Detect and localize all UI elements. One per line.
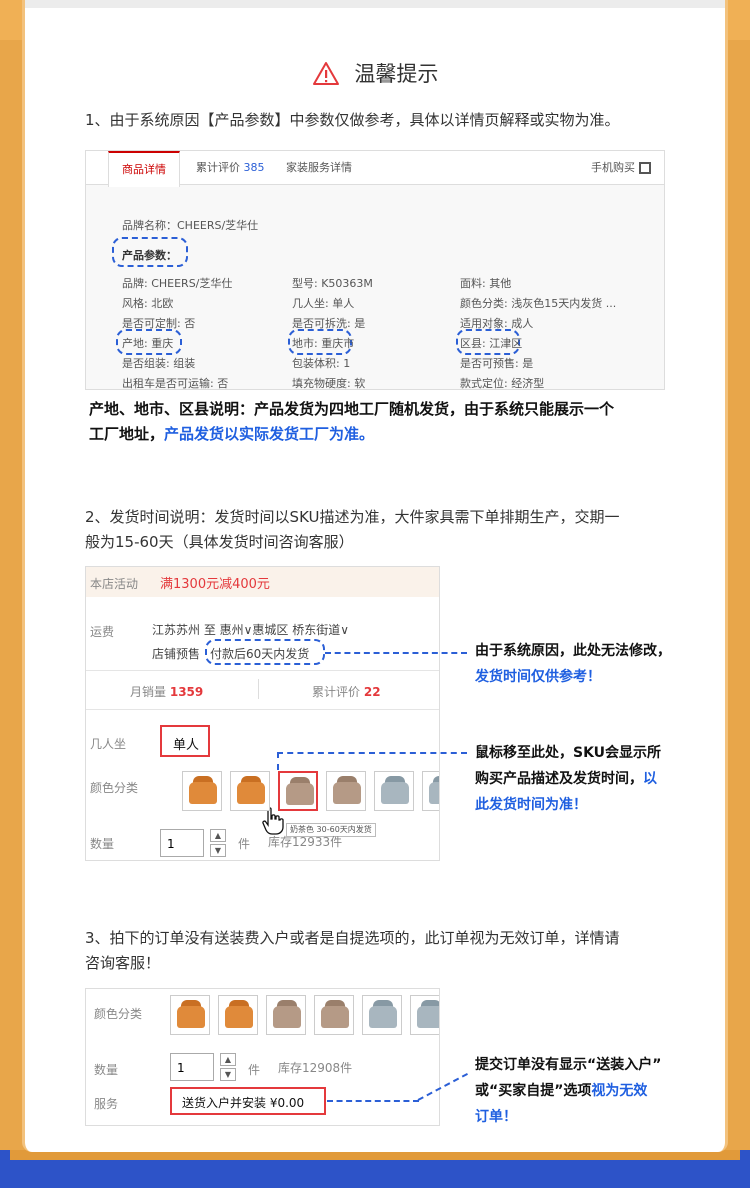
section3-text-line2: 咨询客服！	[85, 954, 161, 972]
param-cell: 包装体积: 1	[292, 357, 351, 370]
qty-input[interactable]: 1	[170, 1053, 214, 1081]
section3-text-line1: 3、拍下的订单没有送装费入户或者是自提选项的，此订单视为无效订单，详情请	[85, 929, 620, 947]
promo-value: 满1300元减400元	[160, 577, 270, 592]
qty-label: 数量	[90, 837, 115, 851]
qty-unit: 件	[238, 837, 251, 851]
color-label: 颜色分类	[94, 1007, 143, 1021]
notice-title: 温馨提示	[25, 58, 725, 88]
seat-label: 几人坐	[90, 737, 127, 751]
qty-input[interactable]: 1	[160, 829, 204, 857]
param-cell: 品牌: CHEERS/芝华仕	[122, 277, 233, 290]
section1-note-line2: 工厂地址，产品发货以实际发货工厂为准。	[89, 425, 375, 443]
stock-count: 库存12933件	[268, 835, 343, 849]
color-swatch[interactable]	[266, 995, 306, 1035]
param-cell: 颜色分类: 浅灰色15天内发货 ...	[460, 297, 617, 310]
section2-text-line1: 2、发货时间说明：发货时间以SKU描述为准，大件家具需下单排期生产，交期一	[85, 508, 620, 526]
brand-name: 品牌名称：CHEERS/芝华仕	[122, 219, 259, 232]
card-top-bar	[25, 0, 725, 8]
shipping-label: 运费	[90, 625, 115, 639]
param-cell: 地市: 重庆市	[292, 337, 355, 350]
param-cell: 产地: 重庆	[122, 337, 174, 350]
tab-reviews[interactable]: 累计评价 385	[196, 151, 265, 185]
shipping-route[interactable]: 江苏苏州 至 惠州∨惠城区 桥东街道∨	[152, 621, 349, 638]
color-swatch[interactable]	[182, 771, 222, 811]
section1-note-line1: 产地、地市、区县说明：产品发货为四地工厂随机发货，由于系统只能展示一个	[89, 400, 615, 418]
section1-text: 1、由于系统原因【产品参数】中参数仅做参考，具体以详情页解释或实物为准。	[85, 111, 620, 129]
param-cell: 适用对象: 成人	[460, 317, 534, 330]
color-swatch[interactable]	[374, 771, 414, 811]
total-reviews: 累计评价 22	[312, 685, 381, 699]
color-swatch[interactable]	[422, 771, 439, 811]
callout-line	[417, 1071, 472, 1101]
param-cell: 是否可拆洗: 是	[292, 317, 366, 330]
param-cell: 风格: 北欧	[122, 297, 174, 310]
service-label: 服务	[94, 1097, 119, 1111]
param-cell: 几人坐: 单人	[292, 297, 355, 310]
qty-label: 数量	[94, 1063, 119, 1077]
qty-increase-button[interactable]: ▲	[210, 829, 226, 842]
product-params-screenshot: 商品详情 累计评价 385 家装服务详情 手机购买 品牌名称：CHEERS/芝华…	[85, 150, 665, 390]
color-swatch[interactable]	[218, 995, 258, 1035]
tab-product-detail[interactable]: 商品详情	[108, 151, 180, 187]
divider	[86, 709, 439, 710]
stock-count: 库存12908件	[278, 1061, 353, 1075]
param-cell: 是否可预售: 是	[460, 357, 534, 370]
service-screenshot: 颜色分类 数量 1 ▲ ▼ 件 库存12908件 服务 送货入户并安装 ¥0.0…	[85, 988, 440, 1126]
qty-unit: 件	[248, 1063, 261, 1077]
callout-line	[327, 1100, 419, 1102]
warning-icon	[312, 61, 339, 85]
param-cell: 出租车是否可运输: 否	[122, 377, 229, 390]
sku-screenshot: 本店活动 满1300元减400元 运费 江苏苏州 至 惠州∨惠城区 桥东街道∨ …	[85, 566, 440, 861]
callout-note-1: 由于系统原因，此处无法修改， 发货时间仅供参考！	[475, 643, 671, 685]
params-label: 产品参数：	[122, 249, 177, 262]
presale-highlight	[205, 639, 325, 665]
param-cell: 款式定位: 经济型	[460, 377, 545, 390]
divider	[86, 670, 439, 671]
callout-line	[325, 652, 467, 654]
param-cell: 是否组装: 组装	[122, 357, 196, 370]
param-cell: 面料: 其他	[460, 277, 512, 290]
color-label: 颜色分类	[90, 781, 139, 795]
divider	[258, 679, 259, 699]
color-swatch[interactable]	[314, 995, 354, 1035]
qty-increase-button[interactable]: ▲	[220, 1053, 236, 1066]
promo-label: 本店活动	[90, 577, 139, 591]
color-swatch[interactable]	[278, 771, 318, 811]
param-cell: 型号: K50363M	[292, 277, 373, 290]
section2-text-line2: 般为15-60天（具体发货时间咨询客服）	[85, 533, 354, 551]
tab-home-service[interactable]: 家装服务详情	[286, 151, 352, 185]
param-cell: 填充物硬度: 软	[292, 377, 366, 390]
param-cell: 区县: 江津区	[460, 337, 523, 350]
monthly-sales: 月销量 1359	[130, 685, 204, 699]
color-swatch[interactable]	[170, 995, 210, 1035]
color-swatch[interactable]	[230, 771, 270, 811]
qty-decrease-button[interactable]: ▼	[210, 844, 226, 857]
color-swatch[interactable]	[326, 771, 366, 811]
callout-line	[277, 752, 467, 754]
qty-decrease-button[interactable]: ▼	[220, 1068, 236, 1081]
notice-card: 温馨提示 1、由于系统原因【产品参数】中参数仅做参考，具体以详情页解释或实物为准…	[22, 0, 728, 1152]
frame-bottom	[0, 1150, 750, 1188]
seat-option-single[interactable]: 单人	[160, 725, 210, 757]
callout-line	[277, 752, 279, 770]
callout-note-2: 鼠标移至此处，SKU会显示所 购买产品描述及发货时间，以 此发货时间为准！	[475, 745, 662, 813]
mobile-buy[interactable]: 手机购买	[591, 151, 651, 185]
hand-cursor-icon	[262, 807, 284, 835]
color-swatch[interactable]	[410, 995, 439, 1035]
presale-label: 店铺预售	[152, 647, 201, 661]
service-option-delivery-install[interactable]: 送货入户并安装 ¥0.00	[170, 1087, 326, 1115]
color-swatch[interactable]	[362, 995, 402, 1035]
callout-note-3: 提交订单没有显示“送装入户” 或“买家自提”选项视为无效 订单！	[475, 1057, 662, 1125]
qrcode-icon	[638, 162, 651, 174]
param-cell: 是否可定制: 否	[122, 317, 196, 330]
detail-tabbar: 商品详情 累计评价 385 家装服务详情 手机购买	[86, 151, 664, 187]
